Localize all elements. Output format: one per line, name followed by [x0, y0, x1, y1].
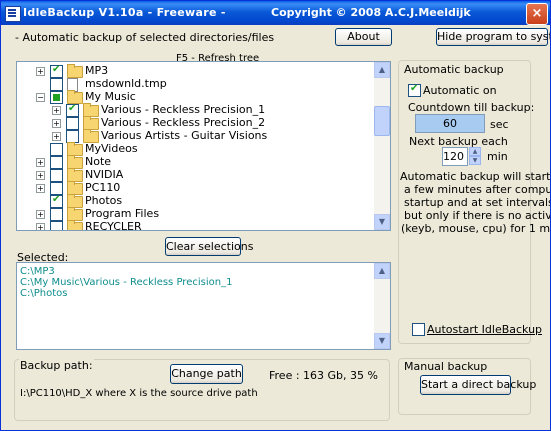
- tree-item-label: NVIDIA: [85, 168, 124, 181]
- about-button[interactable]: About: [335, 28, 392, 46]
- tree-item-label: PC110: [85, 181, 121, 194]
- next-backup-field[interactable]: 120: [442, 147, 468, 166]
- countdown-unit: sec: [490, 118, 509, 131]
- expand-icon[interactable]: +: [36, 171, 45, 180]
- scroll-down-icon[interactable]: ▼: [374, 333, 390, 349]
- close-button[interactable]: ×: [526, 3, 548, 25]
- copyright-text: Copyright © 2008 A.C.J.Meeldijk: [271, 6, 471, 19]
- next-backup-unit: min: [487, 150, 508, 163]
- tree-item-label: Various - Reckless Precision_1: [101, 103, 266, 116]
- expand-icon[interactable]: +: [52, 119, 61, 128]
- interval-spinner[interactable]: ▲ ▼: [469, 147, 481, 165]
- tree-item-label: msdownld.tmp: [85, 77, 167, 90]
- directory-tree[interactable]: ▲ ▼ +MP3msdownld.tmp−My Music+Various - …: [16, 61, 391, 231]
- selected-item[interactable]: C:\Photos: [20, 288, 67, 299]
- main-window: IdleBackup V1.10a - Freeware - Copyright…: [0, 0, 551, 431]
- info-line-4: but only if there is no activity: [404, 209, 551, 222]
- info-line-3: startup and at set intervals: [404, 196, 551, 209]
- backup-path-text: I:\PC110\HD_X where X is the source driv…: [20, 388, 258, 399]
- scroll-up-icon[interactable]: ▲: [374, 263, 390, 279]
- free-space-text: Free : 163 Gb, 35 %: [269, 369, 378, 382]
- expand-icon[interactable]: +: [36, 223, 45, 230]
- spin-down-icon[interactable]: ▼: [469, 156, 481, 165]
- tree-item-label: MyVideos: [85, 142, 138, 155]
- app-subtitle: - Automatic backup of selected directori…: [15, 31, 275, 44]
- folder-icon: [67, 220, 83, 230]
- direct-backup-button[interactable]: Start a direct backup: [420, 375, 536, 395]
- expand-icon[interactable]: +: [36, 67, 45, 76]
- selected-list[interactable]: ▲ ▼ C:\MP3 C:\My Music\Various - Reckless…: [16, 262, 391, 350]
- expand-icon[interactable]: +: [36, 184, 45, 193]
- info-line-5: (keyb, mouse, cpu) for 1 minute: [401, 222, 551, 235]
- manual-backup-label: Manual backup: [403, 360, 489, 373]
- tree-item-label: Note: [85, 155, 112, 168]
- automatic-backup-group: Automatic backup Automatic on Countdown …: [398, 60, 550, 344]
- selected-item[interactable]: C:\My Music\Various - Reckless Precision…: [20, 277, 232, 288]
- autostart-label: Autostart IdleBackup: [427, 323, 543, 336]
- tree-item-label: Various - Reckless Precision_2: [101, 116, 266, 129]
- selected-scrollbar[interactable]: ▲ ▼: [374, 263, 390, 349]
- title-bar[interactable]: IdleBackup V1.10a - Freeware - Copyright…: [1, 1, 550, 25]
- selected-item[interactable]: C:\MP3: [20, 266, 55, 277]
- info-line-2: a few minutes after computer: [404, 183, 550, 196]
- tree-item-label: Program Files: [85, 207, 160, 220]
- countdown-field: 60: [415, 114, 485, 133]
- info-line-1: Automatic backup will start: [400, 170, 551, 183]
- backup-path-label: Backup path:: [19, 359, 94, 372]
- clear-selections-button[interactable]: Clear selections: [165, 237, 253, 256]
- automatic-backup-label: Automatic backup: [403, 63, 505, 76]
- tree-item-label: RECYCLER: [85, 220, 142, 231]
- app-icon: [5, 6, 21, 22]
- automatic-on-checkbox[interactable]: [408, 83, 421, 97]
- countdown-label: Countdown till backup:: [408, 101, 535, 114]
- tree-item-label: Photos: [85, 194, 123, 207]
- manual-backup-group: Manual backup Start a direct backup: [398, 358, 536, 415]
- spin-up-icon[interactable]: ▲: [469, 147, 481, 156]
- expand-icon[interactable]: +: [52, 132, 61, 141]
- expand-icon[interactable]: +: [36, 158, 45, 167]
- tree-item-label: My Music: [85, 90, 136, 103]
- tree-checkbox[interactable]: [50, 221, 63, 230]
- tree-row[interactable]: + RECYCLER: [17, 220, 377, 231]
- tree-item-label: MP3: [85, 64, 109, 77]
- hide-to-tray-button[interactable]: Hide program to system tray: [436, 28, 550, 46]
- collapse-icon[interactable]: −: [36, 93, 45, 102]
- window-title: IdleBackup V1.10a - Freeware -: [23, 6, 226, 19]
- expand-icon[interactable]: +: [36, 210, 45, 219]
- backup-path-group: Backup path: Change path Free : 163 Gb, …: [14, 359, 390, 421]
- tree-item-label: Various Artists - Guitar Visions: [101, 129, 268, 142]
- automatic-on-label: Automatic on: [423, 84, 497, 97]
- change-path-button[interactable]: Change path: [170, 364, 243, 384]
- expand-icon[interactable]: +: [52, 106, 61, 115]
- autostart-checkbox[interactable]: [412, 323, 425, 336]
